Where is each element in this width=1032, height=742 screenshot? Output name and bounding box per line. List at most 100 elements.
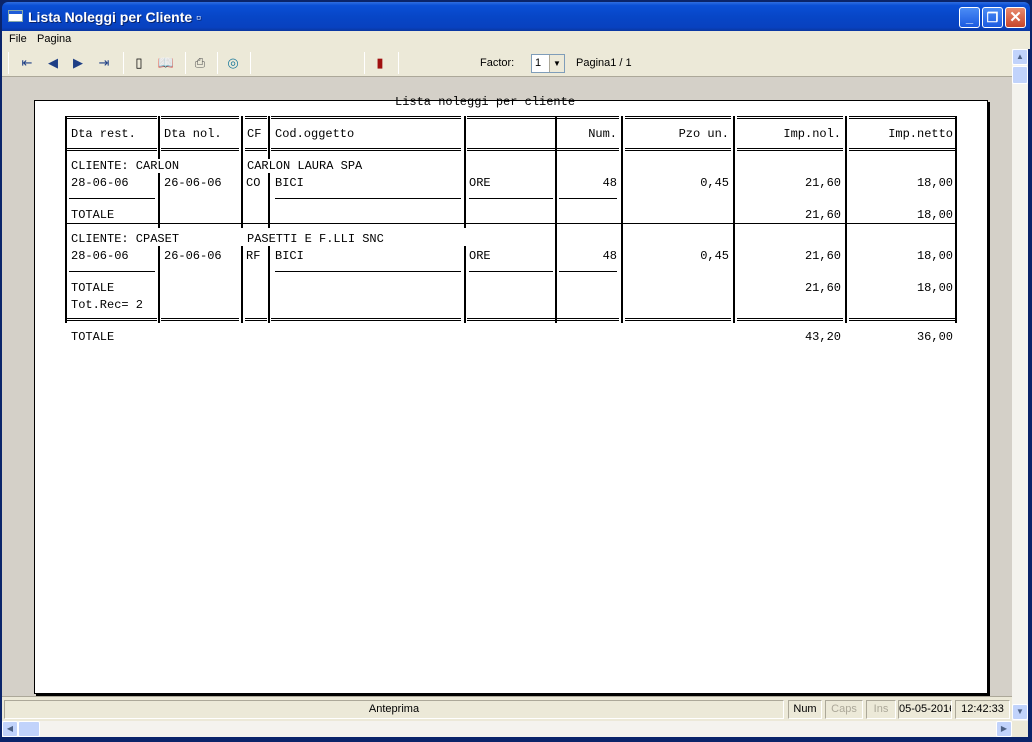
- menu-pagina[interactable]: Pagina: [37, 33, 71, 45]
- header-rule: [161, 116, 239, 119]
- window-title: Lista Noleggi per Cliente ▫: [28, 9, 201, 25]
- grand-total-imp-netto: 36,00: [916, 330, 953, 344]
- cell-cod-oggetto: BICI: [275, 249, 304, 263]
- column-header-imp-netto: Imp.netto: [888, 127, 953, 141]
- column-line: [241, 246, 243, 323]
- cell-imp-nol: 21,60: [804, 249, 841, 263]
- report-content: Lista noleggi per cliente Dta rest. Dta …: [35, 95, 989, 695]
- cell-num: 48: [602, 176, 617, 190]
- two-pages-icon[interactable]: 📖: [157, 54, 175, 72]
- header-rule: [625, 148, 731, 151]
- group-total-imp-netto: 18,00: [916, 281, 953, 295]
- title-bar[interactable]: Lista Noleggi per Cliente ▫ _ ❐ ✕: [2, 2, 1030, 31]
- scroll-right-icon[interactable]: ▶: [996, 721, 1012, 737]
- previous-page-icon[interactable]: ◀: [44, 54, 62, 72]
- status-date: 05-05-2016: [898, 700, 952, 719]
- status-caps: Caps: [825, 700, 863, 719]
- cell-pzo-un: 0,45: [700, 249, 729, 263]
- header-rule: [467, 148, 555, 151]
- header-rule: [245, 148, 267, 151]
- header-rule: [161, 148, 239, 151]
- chevron-down-icon[interactable]: ▼: [549, 55, 564, 72]
- row-rule: [469, 271, 553, 272]
- scroll-left-icon[interactable]: ◀: [2, 721, 18, 737]
- first-page-icon[interactable]: ⇤: [18, 54, 36, 72]
- cell-cf: CO: [246, 176, 261, 190]
- menu-bar: File Pagina: [2, 31, 1030, 49]
- column-line: [555, 116, 557, 323]
- footer-rule: [849, 318, 955, 321]
- column-line: [241, 116, 243, 228]
- scroll-up-icon[interactable]: ▲: [1012, 49, 1028, 65]
- footer-rule: [625, 318, 731, 321]
- footer-rule: [467, 318, 555, 321]
- group-total-imp-netto: 18,00: [916, 208, 953, 222]
- column-line: [464, 246, 466, 323]
- horizontal-scroll-thumb[interactable]: [18, 721, 40, 737]
- column-line: [464, 116, 466, 228]
- client-name: CARLON LAURA SPA: [247, 159, 363, 173]
- cell-imp-netto: 18,00: [916, 176, 953, 190]
- column-header-dta-nol: Dta nol.: [164, 127, 222, 141]
- print-preview-area[interactable]: Lista noleggi per cliente Dta rest. Dta …: [2, 77, 1012, 696]
- printer-icon[interactable]: ⎙: [191, 54, 209, 72]
- status-num: Num: [788, 700, 822, 719]
- column-line: [158, 246, 160, 323]
- minimize-button[interactable]: _: [959, 7, 980, 28]
- client-code-label: CLIENTE: CPASET: [71, 232, 180, 246]
- factor-select[interactable]: 1 ▼: [531, 54, 565, 73]
- cell-unit: ORE: [469, 249, 491, 263]
- toolbar-grip: [8, 52, 9, 74]
- vertical-scrollbar[interactable]: ▲ ▼: [1012, 49, 1028, 721]
- header-rule: [849, 148, 955, 151]
- toolbar: ⇤ ◀ ▶ ⇥ ▯ 📖 ⎙ ◎ ▮ Factor: 1 ▼ Pagina1 / …: [2, 49, 1012, 77]
- row-rule: [559, 271, 617, 272]
- row-rule: [469, 198, 553, 199]
- factor-value: 1: [535, 57, 542, 69]
- footer-rule: [161, 318, 239, 321]
- row-rule: [275, 271, 461, 272]
- header-rule: [849, 116, 955, 119]
- status-time: 12:42:33: [955, 700, 1010, 719]
- column-header-cod-oggetto: Cod.oggetto: [275, 127, 355, 141]
- report-title: Lista noleggi per cliente: [395, 95, 576, 109]
- header-rule: [271, 116, 461, 119]
- column-line: [65, 116, 67, 323]
- page-indicator: Pagina1 / 1: [576, 57, 632, 69]
- menu-file[interactable]: File: [9, 33, 27, 45]
- group-total-imp-nol: 21,60: [804, 281, 841, 295]
- horizontal-scrollbar[interactable]: ◀ ▶: [2, 721, 1012, 737]
- export-icon[interactable]: ◎: [224, 54, 242, 72]
- cell-cod-oggetto: BICI: [275, 176, 304, 190]
- cell-dta-nol: 26-06-06: [164, 249, 222, 263]
- cell-pzo-un: 0,45: [700, 176, 729, 190]
- cell-imp-netto: 18,00: [916, 249, 953, 263]
- toolbar-separator: [398, 52, 399, 74]
- header-rule: [737, 148, 843, 151]
- vertical-scroll-thumb[interactable]: [1012, 66, 1028, 84]
- footer-rule: [737, 318, 843, 321]
- next-page-icon[interactable]: ▶: [69, 54, 87, 72]
- grand-total-imp-nol: 43,20: [804, 330, 841, 344]
- factor-label: Factor:: [480, 57, 515, 69]
- cell-dta-nol: 26-06-06: [164, 176, 222, 190]
- toolbar-separator: [364, 52, 365, 74]
- total-records: Tot.Rec= 2: [71, 298, 144, 312]
- cell-num: 48: [602, 249, 617, 263]
- toolbar-separator: [217, 52, 218, 74]
- last-page-icon[interactable]: ⇥: [95, 54, 113, 72]
- footer-rule: [67, 318, 157, 321]
- row-rule: [69, 198, 155, 199]
- group-total-imp-nol: 21,60: [804, 208, 841, 222]
- row-rule: [275, 198, 461, 199]
- close-button[interactable]: ✕: [1005, 7, 1026, 28]
- header-rule: [67, 116, 157, 119]
- toolbar-separator: [250, 52, 251, 74]
- scroll-down-icon[interactable]: ▼: [1012, 704, 1028, 720]
- status-message: Anteprima: [4, 700, 784, 719]
- restore-button[interactable]: ❐: [982, 7, 1003, 28]
- header-rule: [271, 148, 461, 151]
- group-separator: [65, 223, 957, 224]
- exit-door-icon[interactable]: ▮: [371, 54, 389, 72]
- single-page-icon[interactable]: ▯: [130, 54, 148, 72]
